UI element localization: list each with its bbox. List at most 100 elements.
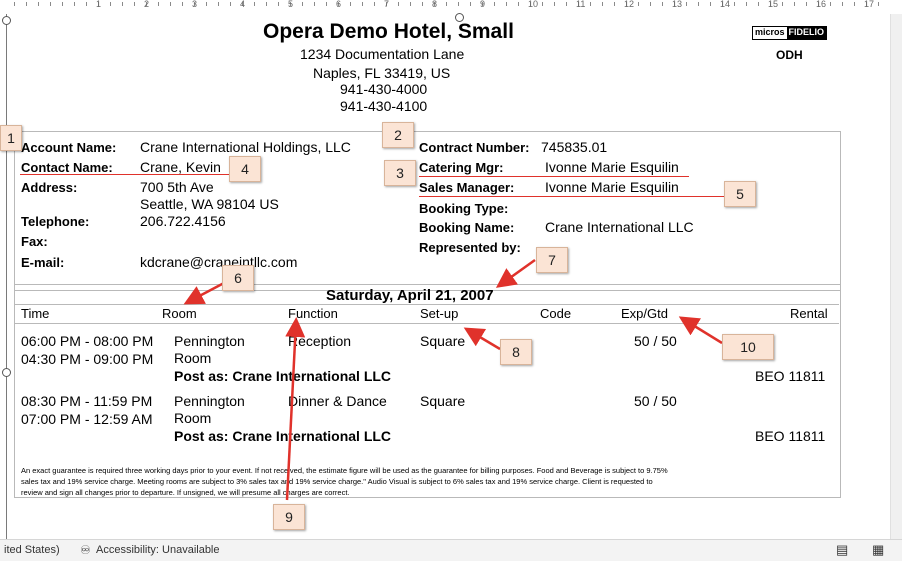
ruler-tick xyxy=(638,2,639,6)
ruler-number: 16 xyxy=(816,0,827,9)
horizontal-ruler[interactable]: 123456789101112131415161718 xyxy=(0,0,902,14)
row1-beo: BEO 11811 xyxy=(755,368,826,384)
sales-underline xyxy=(419,196,724,197)
ruler-tick xyxy=(662,2,663,6)
contract-number-label: Contract Number: xyxy=(419,140,530,155)
callout-8: 8 xyxy=(500,339,532,365)
row2-beo: BEO 11811 xyxy=(755,428,826,444)
ruler-tick xyxy=(182,2,183,6)
row1-room-2: Room xyxy=(174,350,212,366)
ruler-tick xyxy=(686,2,687,6)
row2-post-as: Post as: Crane International LLC xyxy=(174,428,392,444)
top-resize-handle[interactable] xyxy=(455,13,464,22)
ruler-tick xyxy=(650,2,651,6)
ruler-number: 9 xyxy=(480,0,486,9)
ruler-number: 17 xyxy=(864,0,875,9)
ruler-tick xyxy=(710,2,711,6)
callout-5: 5 xyxy=(724,181,756,207)
language-indicator[interactable]: ited States) xyxy=(4,544,60,556)
ruler-tick xyxy=(518,2,519,6)
contact-name-value: Crane, Kevin xyxy=(140,159,221,175)
ruler-number: 7 xyxy=(384,0,390,9)
row1-room-1: Pennington xyxy=(174,333,245,349)
ruler-tick xyxy=(458,2,459,6)
ruler-tick xyxy=(110,2,111,6)
fax-label: Fax: xyxy=(21,234,48,249)
hotel-phone-1: 941-430-4000 xyxy=(340,81,428,97)
row1-function: Reception xyxy=(288,333,352,349)
contact-name-label: Contact Name: xyxy=(21,160,113,175)
ruler-tick xyxy=(410,2,411,6)
ruler-tick xyxy=(230,2,231,6)
callout-10: 10 xyxy=(722,334,774,360)
col-rental-header: Rental xyxy=(790,306,828,321)
hotel-street: 1234 Documentation Lane xyxy=(300,46,465,62)
ruler-tick xyxy=(62,2,63,6)
contact-underline xyxy=(20,174,232,175)
row2-time-2: 07:00 PM - 12:59 AM xyxy=(21,411,153,427)
row1-setup: Square xyxy=(420,333,466,349)
ruler-tick xyxy=(314,2,315,6)
telephone-value: 206.722.4156 xyxy=(140,213,226,229)
ruler-number: 13 xyxy=(672,0,683,9)
ruler-tick xyxy=(398,2,399,6)
ruler-tick xyxy=(746,2,747,6)
row2-expgtd: 50 / 50 xyxy=(634,393,677,409)
col-function-header: Function xyxy=(288,306,338,321)
document-page[interactable]: Opera Demo Hotel, Small 1234 Documentati… xyxy=(0,14,891,539)
ruler-tick xyxy=(278,2,279,6)
ruler-tick xyxy=(422,2,423,6)
ruler-number: 11 xyxy=(576,0,586,9)
col-room-header: Room xyxy=(162,306,197,321)
ruler-number: 5 xyxy=(288,0,294,9)
email-value: kdcrane@craneintllc.com xyxy=(140,254,298,270)
page-margin-line xyxy=(6,14,7,539)
ruler-number: 4 xyxy=(240,0,246,9)
ruler-tick xyxy=(326,2,327,6)
footnote-line-3: review and sign all changes prior to dep… xyxy=(21,488,350,497)
email-label: E-mail: xyxy=(21,255,65,270)
ruler-number: 1 xyxy=(96,0,102,9)
status-bar: ited States) ♾ Accessibility: Unavailabl… xyxy=(0,539,902,561)
account-name-label: Account Name: xyxy=(21,140,117,155)
top-left-resize-handle[interactable] xyxy=(2,16,11,25)
ruler-tick xyxy=(842,2,843,6)
accessibility-status[interactable]: Accessibility: Unavailable xyxy=(96,544,220,556)
address-label: Address: xyxy=(21,180,78,195)
ruler-number: 15 xyxy=(768,0,779,9)
callout-7: 7 xyxy=(536,247,568,273)
ruler-tick xyxy=(446,2,447,6)
ruler-tick xyxy=(170,2,171,6)
hotel-city: Naples, FL 33419, US xyxy=(313,65,451,81)
ruler-tick xyxy=(854,2,855,6)
callout-4: 4 xyxy=(229,156,261,182)
read-mode-icon[interactable]: ▤ xyxy=(836,542,848,558)
booking-type-label: Booking Type: xyxy=(419,201,509,216)
callout-3: 3 xyxy=(384,160,416,186)
row2-room-2: Room xyxy=(174,410,212,426)
telephone-label: Telephone: xyxy=(21,214,90,229)
ruler-tick xyxy=(506,2,507,6)
ruler-tick xyxy=(830,2,831,6)
col-time-header: Time xyxy=(21,306,50,321)
row1-post-as: Post as: Crane International LLC xyxy=(174,368,392,384)
col-setup-header: Set-up xyxy=(420,306,459,321)
ruler-tick xyxy=(38,2,39,6)
ruler-tick xyxy=(362,2,363,6)
header-divider xyxy=(14,323,839,324)
ruler-tick xyxy=(50,2,51,6)
callout-1: 1 xyxy=(0,125,22,151)
ruler-tick xyxy=(134,2,135,6)
vertical-scrollbar[interactable] xyxy=(890,14,902,539)
catering-mgr-value: Ivonne Marie Esquilin xyxy=(545,159,679,175)
catering-underline xyxy=(419,176,689,177)
ruler-tick xyxy=(14,2,15,6)
ruler-tick xyxy=(734,2,735,6)
logo-left-text: micros xyxy=(753,27,787,39)
represented-by-label: Represented by: xyxy=(419,240,521,255)
ruler-tick xyxy=(74,2,75,6)
col-code-header: Code xyxy=(540,306,572,321)
ruler-number: 14 xyxy=(720,0,731,9)
left-resize-handle[interactable] xyxy=(2,368,11,377)
print-layout-icon[interactable]: ▦ xyxy=(872,542,884,558)
